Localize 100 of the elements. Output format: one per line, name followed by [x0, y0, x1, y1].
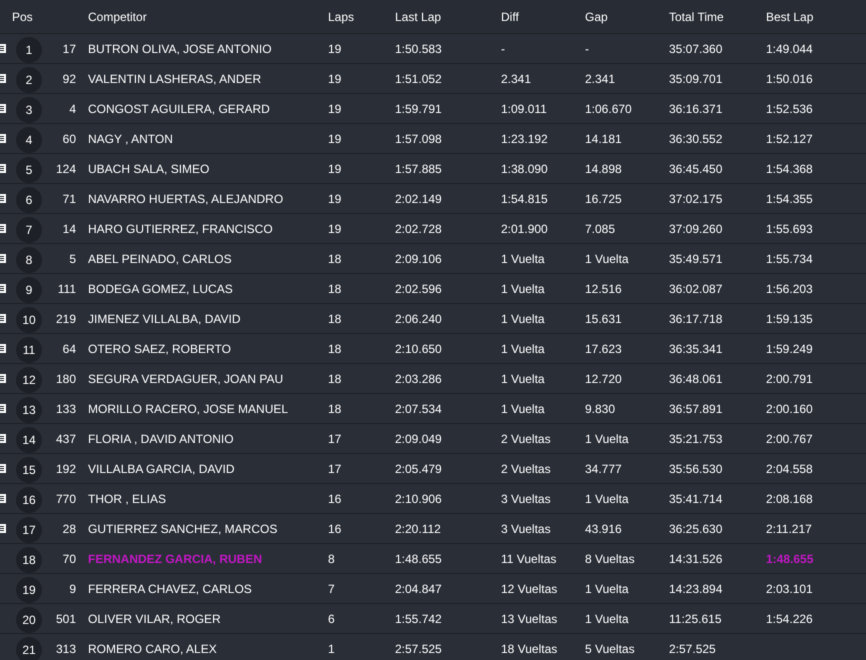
column-header[interactable]: Best Lap [766, 10, 866, 24]
table-cell-text: 1 Vuelta [501, 372, 546, 386]
table-cell-text: FERRERA CHAVEZ, CARLOS [88, 582, 253, 596]
table-cell-text: MORILLO RACERO, JOSE MANUEL [88, 402, 290, 416]
list-icon[interactable] [0, 464, 6, 472]
list-icon[interactable] [0, 104, 6, 112]
position-badge: 15 [16, 457, 42, 483]
list-icon[interactable] [0, 194, 6, 202]
table-cell-text: 1:54.355 [766, 192, 814, 206]
list-icon[interactable] [0, 134, 6, 142]
table-cell-text: 1 Vuelta [585, 612, 630, 626]
table-cell-text: 2:06.240 [395, 312, 443, 326]
position-badge: 18 [16, 547, 42, 573]
table-cell-text: 70 [62, 552, 77, 566]
table-cell-text: ABEL PEINADO, CARLOS [88, 252, 233, 266]
table-cell-text: 34.777 [585, 462, 623, 476]
column-header[interactable]: Gap [585, 10, 669, 24]
position-badge: 16 [16, 487, 42, 513]
table-cell-text: 1 Vuelta [501, 312, 546, 326]
table-cell-text: 19 [328, 222, 342, 236]
table-cell-text: 1:48.655 [395, 552, 443, 566]
table-cell-text: 3 Vueltas [501, 522, 552, 536]
table-cell-text: 1:55.734 [766, 252, 814, 266]
table-cell-text: 2:04.847 [395, 582, 443, 596]
list-icon[interactable] [0, 344, 6, 352]
table-cell-text: 19 [328, 162, 342, 176]
table-cell-text: FLORIA , DAVID ANTONIO [88, 432, 235, 446]
table-cell-text: 19 [328, 192, 342, 206]
table-cell-text: 219 [54, 312, 77, 326]
table-cell-text: 1:49.044 [766, 42, 814, 56]
column-header[interactable]: Competitor [88, 10, 328, 24]
list-icon[interactable] [0, 374, 6, 382]
table-cell-text: ROMERO CARO, ALEX [88, 642, 218, 656]
table-cell-text: 35:09.701 [669, 72, 724, 86]
column-header[interactable]: Pos [12, 10, 88, 24]
table-cell-text: 18 [328, 402, 342, 416]
table-cell-text: 16 [328, 522, 342, 536]
list-icon[interactable] [0, 524, 6, 532]
table-cell-text: 1 Vuelta [501, 282, 546, 296]
list-icon[interactable] [0, 314, 6, 322]
table-cell-text: 35:21.753 [669, 432, 724, 446]
table-cell-text: 12.720 [585, 372, 623, 386]
list-icon[interactable] [0, 44, 6, 52]
table-cell-text: 1:59.249 [766, 342, 814, 356]
column-header[interactable]: Total Time [669, 10, 766, 24]
table-cell-text: 1 [328, 642, 336, 656]
table-cell-text: 2:09.049 [395, 432, 443, 446]
position-badge: 21 [16, 637, 42, 660]
list-icon[interactable] [0, 164, 6, 172]
list-icon[interactable] [0, 74, 6, 82]
table-cell-text: 16.725 [585, 192, 623, 206]
table-cell-text: 12 Vueltas [501, 582, 558, 596]
list-icon[interactable] [0, 284, 6, 292]
table-cell-text: 2:10.650 [395, 342, 443, 356]
table-cell-text: 124 [54, 162, 77, 176]
table-cell-text: 15.631 [585, 312, 623, 326]
list-icon[interactable] [0, 224, 6, 232]
table-cell-text: 133 [54, 402, 77, 416]
table-cell-text: 1:38.090 [501, 162, 549, 176]
table-cell-text: 2:20.112 [395, 522, 442, 536]
table-cell-text: 2:00.791 [766, 372, 814, 386]
table-cell-text: 1 Vuelta [501, 342, 546, 356]
table-cell-text: 1 Vuelta [585, 252, 630, 266]
table-cell-text: 35:07.360 [669, 42, 724, 56]
position-badge: 9 [16, 277, 42, 303]
list-icon[interactable] [0, 254, 6, 262]
table-cell-text: 14 [62, 222, 77, 236]
table-cell-text: 19 [328, 102, 342, 116]
table-cell-text: 36:57.891 [669, 402, 724, 416]
column-header[interactable]: Last Lap [395, 10, 501, 24]
position-badge: 5 [16, 157, 42, 183]
list-icon[interactable] [0, 434, 6, 442]
table-cell-text: 7.085 [585, 222, 616, 236]
column-header[interactable]: Diff [501, 10, 585, 24]
position-badge: 3 [16, 97, 42, 123]
table-cell-text: 1 Vuelta [585, 492, 630, 506]
table-cell-text: 14:31.526 [669, 552, 724, 566]
table-cell-text: 1:56.203 [766, 282, 814, 296]
table-cell-text: 2:02.149 [395, 192, 443, 206]
table-cell-text: 501 [54, 612, 77, 626]
table-cell-text: 1:59.791 [395, 102, 443, 116]
table-cell-text: 6 [328, 612, 336, 626]
table-cell-text: BUTRON OLIVA, JOSE ANTONIO [88, 42, 273, 56]
table-cell-text: 1 Vuelta [585, 432, 630, 446]
table-cell-text: SEGURA VERDAGUER, JOAN PAU [88, 372, 284, 386]
table-cell-text: 2:10.906 [395, 492, 443, 506]
table-cell-text: 1:09.011 [501, 102, 548, 116]
table-cell-text: - [501, 42, 506, 56]
table-cell-text: 1:06.670 [585, 102, 633, 116]
table-cell-text: 17 [328, 462, 342, 476]
table-cell-text: 36:35.341 [669, 342, 724, 356]
column-header[interactable]: Laps [328, 10, 395, 24]
list-icon[interactable] [0, 404, 6, 412]
table-cell-text: 2:08.168 [766, 492, 814, 506]
table-cell-text: 2 Vueltas [501, 462, 552, 476]
table-cell-text: 1:57.885 [395, 162, 443, 176]
table-cell-text: UBACH SALA, SIMEO [88, 162, 210, 176]
table-cell-text: VILLALBA GARCIA, DAVID [88, 462, 236, 476]
table-cell-text: 437 [54, 432, 77, 446]
list-icon[interactable] [0, 494, 6, 502]
